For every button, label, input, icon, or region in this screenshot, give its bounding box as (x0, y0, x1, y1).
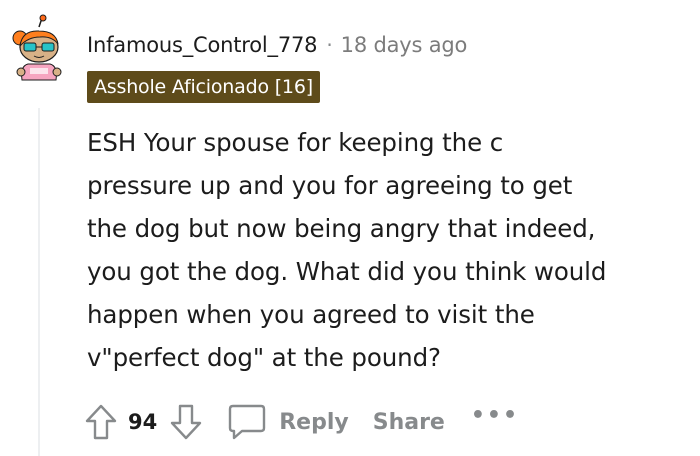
avatar[interactable] (6, 14, 72, 86)
user-flair: Asshole Aficionado [16] (87, 71, 320, 103)
speech-bubble-icon (229, 404, 266, 440)
comment-body-line: happen when you agreed to visit the (87, 300, 535, 329)
upvote-arrow-icon (85, 404, 117, 440)
comment-body-line: you got the dog. What did you think woul… (87, 257, 607, 286)
comment-timestamp[interactable]: 18 days ago (341, 33, 468, 57)
comment-body: ESH Your spouse for keeping the c pressu… (87, 121, 687, 379)
downvote-button[interactable] (169, 403, 203, 441)
comment-body-line: pressure up and you for agreeing to get (87, 171, 573, 200)
reply-button[interactable]: Reply (227, 402, 349, 442)
comment: Infamous_Control_778 · 18 days ago Assho… (0, 0, 700, 456)
author-username[interactable]: Infamous_Control_778 (87, 33, 318, 57)
comment-meta: Infamous_Control_778 · 18 days ago (87, 30, 467, 60)
snoo-avatar-icon (12, 14, 62, 81)
share-button[interactable]: Share (373, 410, 445, 435)
upvote-button[interactable] (84, 403, 118, 441)
thread-line[interactable] (38, 108, 40, 456)
comment-body-line: v"perfect dog" at the pound? (87, 343, 441, 372)
vote-count: 94 (128, 410, 158, 434)
meta-separator: · (326, 33, 333, 57)
reply-label[interactable]: Reply (279, 410, 349, 435)
downvote-arrow-icon (171, 404, 202, 440)
comment-action-bar: 94 Reply Share ••• (84, 400, 519, 444)
comment-body-line: ESH Your spouse for keeping the c (87, 128, 504, 157)
more-options-icon[interactable]: ••• (471, 403, 519, 428)
comment-body-line: the dog but now being angry that indeed, (87, 214, 596, 243)
